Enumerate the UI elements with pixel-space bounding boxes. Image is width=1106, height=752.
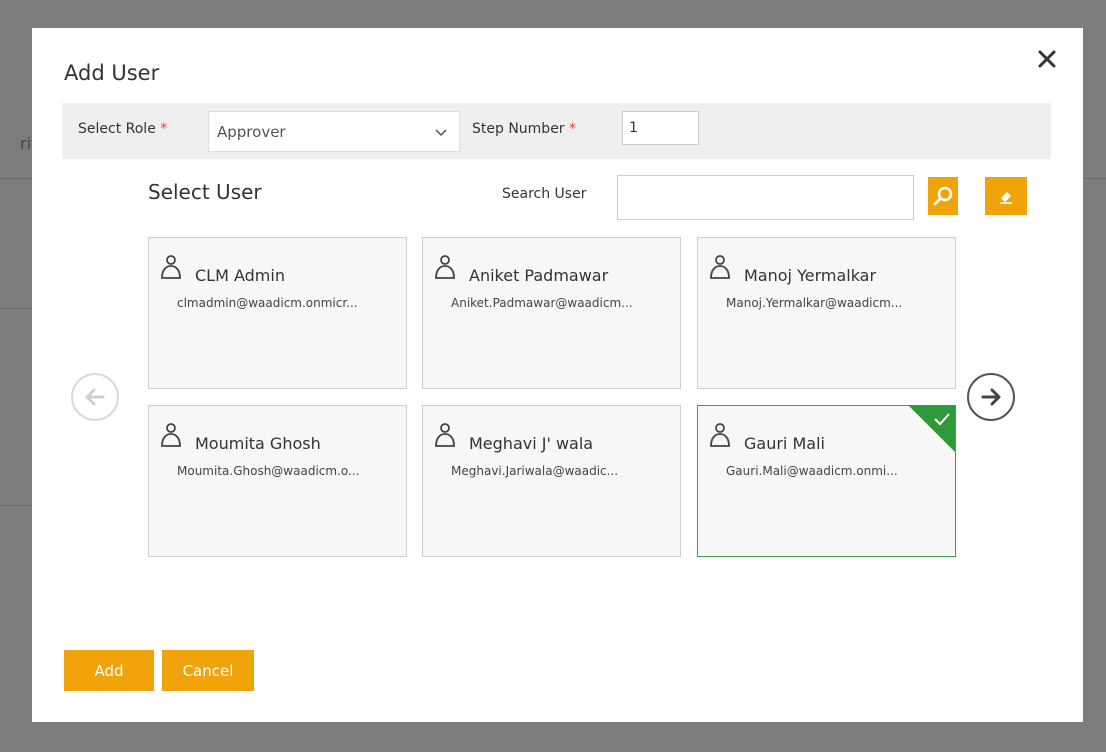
- user-name: Moumita Ghosh: [195, 434, 321, 453]
- user-name: Meghavi J' wala: [469, 434, 594, 453]
- user-card[interactable]: Moumita Ghosh Moumita.Ghosh@waadicm.o...: [148, 405, 407, 557]
- user-card[interactable]: Aniket Padmawar Aniket.Padmawar@waadicm.…: [422, 237, 681, 389]
- user-email: Gauri.Mali@waadicm.onmi...: [726, 464, 898, 478]
- user-card[interactable]: CLM Admin clmadmin@waadicm.onmicr...: [148, 237, 407, 389]
- search-user-label: Search User: [502, 186, 587, 202]
- role-bar: Select Role * Approver Step Number *: [62, 103, 1051, 159]
- user-email: clmadmin@waadicm.onmicr...: [177, 296, 358, 310]
- chevron-down-icon: [435, 129, 447, 137]
- user-name: Gauri Mali: [744, 434, 825, 453]
- required-marker: *: [160, 121, 168, 137]
- next-page-button[interactable]: [967, 373, 1015, 421]
- step-number-label-text: Step Number: [472, 121, 565, 137]
- user-icon: [435, 255, 455, 279]
- user-email: Meghavi.Jariwala@waadic...: [451, 464, 619, 478]
- user-icon: [710, 255, 730, 279]
- search-user-input[interactable]: [617, 175, 914, 220]
- clear-search-button[interactable]: [985, 177, 1027, 215]
- modal-title: Add User: [64, 61, 160, 85]
- step-number-input[interactable]: [622, 111, 699, 145]
- search-button[interactable]: [928, 177, 958, 215]
- search-icon: [933, 186, 953, 206]
- step-number-label: Step Number *: [472, 121, 576, 137]
- user-icon: [710, 423, 730, 447]
- select-user-title: Select User: [148, 180, 262, 204]
- add-button[interactable]: Add: [64, 650, 154, 691]
- checkmark-icon: [934, 413, 950, 426]
- previous-page-button[interactable]: [71, 373, 119, 421]
- select-role-label-text: Select Role: [78, 121, 156, 137]
- user-name: CLM Admin: [195, 266, 285, 285]
- user-name: Aniket Padmawar: [469, 266, 609, 285]
- background-divider: [1084, 178, 1106, 179]
- user-name: Manoj Yermalkar: [744, 266, 877, 285]
- user-email: Aniket.Padmawar@waadicm...: [451, 296, 633, 310]
- user-icon: [161, 255, 181, 279]
- role-select[interactable]: Approver: [208, 111, 460, 152]
- select-role-label: Select Role *: [78, 121, 167, 137]
- user-card-selected[interactable]: Gauri Mali Gauri.Mali@waadicm.onmi...: [697, 405, 956, 557]
- arrow-right-icon: [981, 388, 1001, 406]
- user-card[interactable]: Manoj Yermalkar Manoj.Yermalkar@waadicm.…: [697, 237, 956, 389]
- user-icon: [161, 423, 181, 447]
- eraser-icon: [1000, 192, 1012, 204]
- close-icon: [1038, 50, 1056, 68]
- add-user-modal: Add User Select Role * Approver Step Num…: [32, 28, 1083, 722]
- user-email: Moumita.Ghosh@waadicm.o...: [177, 464, 360, 478]
- user-email: Manoj.Yermalkar@waadicm...: [726, 296, 903, 310]
- arrow-left-icon: [85, 388, 105, 406]
- required-marker: *: [569, 121, 577, 137]
- role-select-value: Approver: [217, 122, 286, 141]
- user-icon: [435, 423, 455, 447]
- cancel-button[interactable]: Cancel: [162, 650, 254, 691]
- user-card[interactable]: Meghavi J' wala Meghavi.Jariwala@waadic.…: [422, 405, 681, 557]
- close-button[interactable]: [1032, 44, 1062, 74]
